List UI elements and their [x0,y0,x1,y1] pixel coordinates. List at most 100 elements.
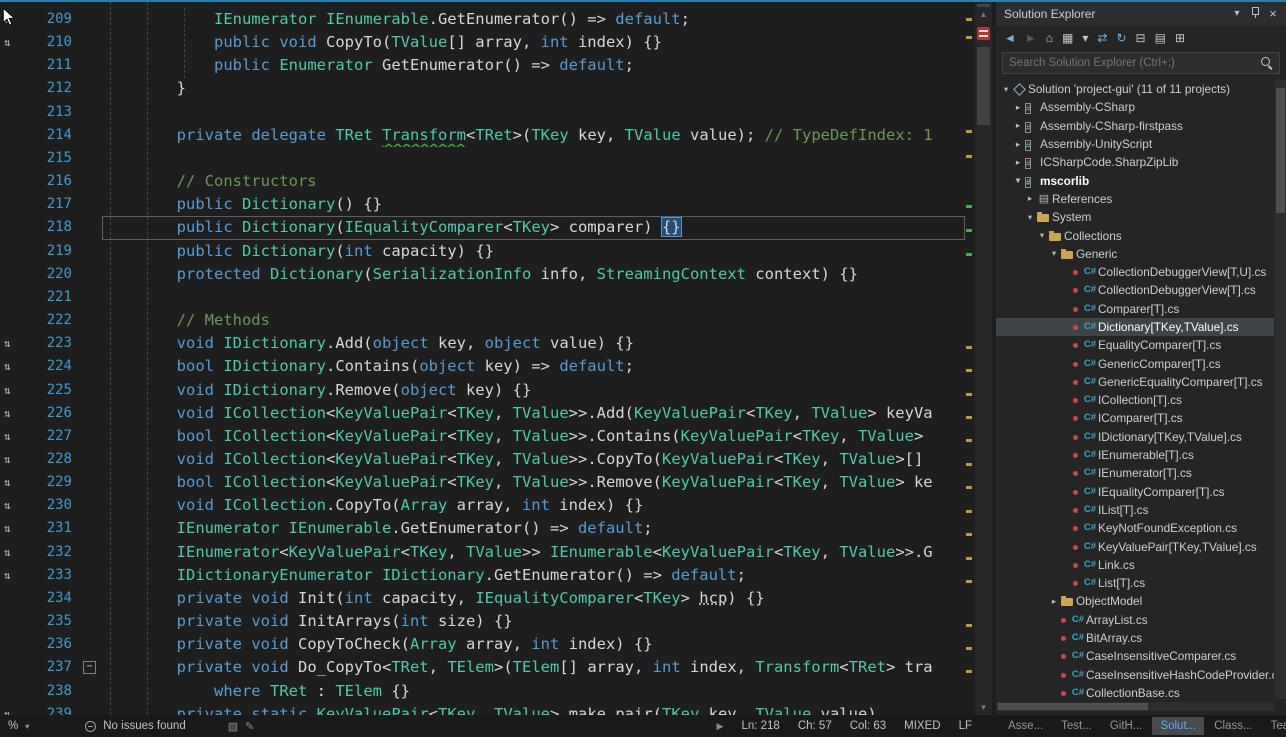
scroll-up-icon[interactable]: ▲ [975,10,992,20]
code-line[interactable]: ⇅233 IDictionaryEnumerator IDictionary.G… [0,564,965,587]
outlining-margin[interactable] [76,587,102,610]
tree-item[interactable]: C#KeyValuePair[TKey,TValue].cs [996,537,1274,555]
outlining-margin[interactable] [76,703,102,715]
current-code-line[interactable]: public Dictionary(IEqualityComparer<TKey… [102,216,965,239]
code-line[interactable]: 235 private void InitArrays(int size) {} [0,610,965,633]
gutter-reference-icon[interactable] [0,170,28,193]
outlining-margin[interactable] [76,286,102,309]
line-number[interactable]: 239 [28,703,76,715]
code-line[interactable]: ⇅228 void ICollection<KeyValuePair<TKey,… [0,448,965,471]
outlining-margin[interactable] [76,517,102,540]
chevron-down-icon[interactable]: ▾ [1012,175,1024,186]
tree-item[interactable]: ▸#Assembly-CSharp-firstpass [996,117,1274,135]
tree-item[interactable]: C#Dictionary[TKey,TValue].cs [996,318,1274,336]
code-text[interactable]: protected Dictionary(SerializationInfo i… [102,263,965,286]
code-text[interactable]: public Enumerator GetEnumerator() => def… [102,54,965,77]
code-line[interactable]: 221 [0,286,965,309]
outlining-margin[interactable] [76,379,102,402]
code-line[interactable]: ⇅226 void ICollection<KeyValuePair<TKey,… [0,402,965,425]
outlining-margin[interactable] [76,124,102,147]
code-text[interactable]: private void Do_CopyTo<TRet, TElem>(TEle… [102,656,965,679]
gutter-reference-icon[interactable]: ⇅ [0,541,28,564]
line-number[interactable]: 226 [28,402,76,425]
code-text[interactable]: public Dictionary(int capacity) {} [102,240,965,263]
status-column[interactable]: Col: 63 [850,720,886,732]
line-number[interactable]: 228 [28,448,76,471]
forward-icon[interactable]: ► [1025,31,1037,45]
gutter-reference-icon[interactable] [0,309,28,332]
window-position-icon[interactable]: ▾ [1228,6,1246,22]
tree-item[interactable]: C#IList[T].cs [996,501,1274,519]
tree-item[interactable]: ▾Collections [996,226,1274,244]
refresh-icon[interactable]: ↻ [1116,31,1126,45]
tree-item[interactable]: C#IComparer[T].cs [996,409,1274,427]
tool-tab[interactable]: Class... [1206,717,1260,735]
chevron-down-icon[interactable]: ▾ [1000,84,1012,95]
outlining-margin[interactable] [76,309,102,332]
code-line[interactable]: ⇅210 public void CopyTo(TValue[] array, … [0,31,965,54]
code-line[interactable]: ⇅209 IEnumerator IEnumerable.GetEnumerat… [0,8,965,31]
code-text[interactable]: public Dictionary() {} [102,193,965,216]
gutter-reference-icon[interactable]: ⇅ [0,564,28,587]
code-text[interactable]: // Constructors [102,170,965,193]
line-number[interactable]: 216 [28,170,76,193]
line-number[interactable]: 217 [28,193,76,216]
gutter-reference-icon[interactable] [0,101,28,124]
tree-item[interactable]: C#KeyNotFoundException.cs [996,519,1274,537]
line-number[interactable]: 236 [28,633,76,656]
gutter-reference-icon[interactable] [0,587,28,610]
code-text[interactable] [102,286,965,309]
line-number[interactable]: 222 [28,309,76,332]
gutter-reference-icon[interactable]: ⇅ [0,517,28,540]
tree-item[interactable]: ▸#Assembly-CSharp [996,98,1274,116]
tree-item[interactable]: C#CollectionBase.cs [996,684,1274,699]
gutter-reference-icon[interactable] [0,680,28,703]
gutter-reference-icon[interactable] [0,193,28,216]
gutter-reference-icon[interactable]: ⇅ [0,703,28,715]
tree-item[interactable]: C#EqualityComparer[T].cs [996,336,1274,354]
pin-icon[interactable] [1246,6,1264,22]
code-text[interactable]: // Methods [102,309,965,332]
tree-item[interactable]: C#CaseInsensitiveHashCodeProvider.cs [996,666,1274,684]
line-number[interactable]: 233 [28,564,76,587]
line-number[interactable]: 231 [28,517,76,540]
line-number[interactable]: 229 [28,471,76,494]
gutter-reference-icon[interactable] [0,263,28,286]
code-line[interactable]: 238 where TRet : TElem {} [0,680,965,703]
line-number[interactable]: 218 [28,216,76,239]
chevron-right-icon[interactable]: ▸ [1012,102,1024,113]
code-line[interactable]: 219 public Dictionary(int capacity) {} [0,240,965,263]
outlining-margin[interactable] [76,448,102,471]
code-line[interactable]: 211 public Enumerator GetEnumerator() =>… [0,54,965,77]
line-number[interactable]: 238 [28,680,76,703]
tree-item[interactable]: C#CollectionDebuggerView[T].cs [996,281,1274,299]
status-eol[interactable]: LF [959,720,972,732]
gutter-reference-icon[interactable] [0,216,28,239]
outlining-margin[interactable] [76,8,102,31]
outlining-margin[interactable] [76,240,102,263]
tool-tab[interactable]: Asse... [1000,717,1051,735]
gutter-reference-icon[interactable]: ⇅ [0,494,28,517]
code-text[interactable]: public void CopyTo(TValue[] array, int i… [102,31,965,54]
scroll-down-icon[interactable]: ▼ [975,703,992,713]
tree-item[interactable]: C#IEnumerator[T].cs [996,464,1274,482]
gutter-reference-icon[interactable]: ⇅ [0,332,28,355]
code-text[interactable]: bool ICollection<KeyValuePair<TKey, TVal… [102,425,965,448]
code-line[interactable]: 237− private void Do_CopyTo<TRet, TElem>… [0,656,965,679]
line-number[interactable]: 235 [28,610,76,633]
tree-item[interactable]: ▾#mscorlib [996,171,1274,189]
code-text[interactable]: private void CopyToCheck(Array array, in… [102,633,965,656]
line-number[interactable]: 230 [28,494,76,517]
tree-item[interactable]: C#ArrayList.cs [996,611,1274,629]
code-line[interactable]: ⇅239 private static KeyValuePair<TKey, T… [0,703,965,715]
gutter-reference-icon[interactable]: ⇅ [0,471,28,494]
code-line[interactable]: 222 // Methods [0,309,965,332]
code-line[interactable]: 214 private delegate TRet Transform<TRet… [0,124,965,147]
code-text[interactable]: void IDictionary.Add(object key, object … [102,332,965,355]
gutter-reference-icon[interactable]: ⇅ [0,402,28,425]
code-text[interactable]: void ICollection.CopyTo(Array array, int… [102,494,965,517]
zoom-caret-icon[interactable]: ▾ [25,722,29,731]
tree-item[interactable]: C#CaseInsensitiveComparer.cs [996,647,1274,665]
solution-explorer-titlebar[interactable]: Solution Explorer ▾ × [996,2,1286,26]
gutter-reference-icon[interactable]: ⇅ [0,31,28,54]
